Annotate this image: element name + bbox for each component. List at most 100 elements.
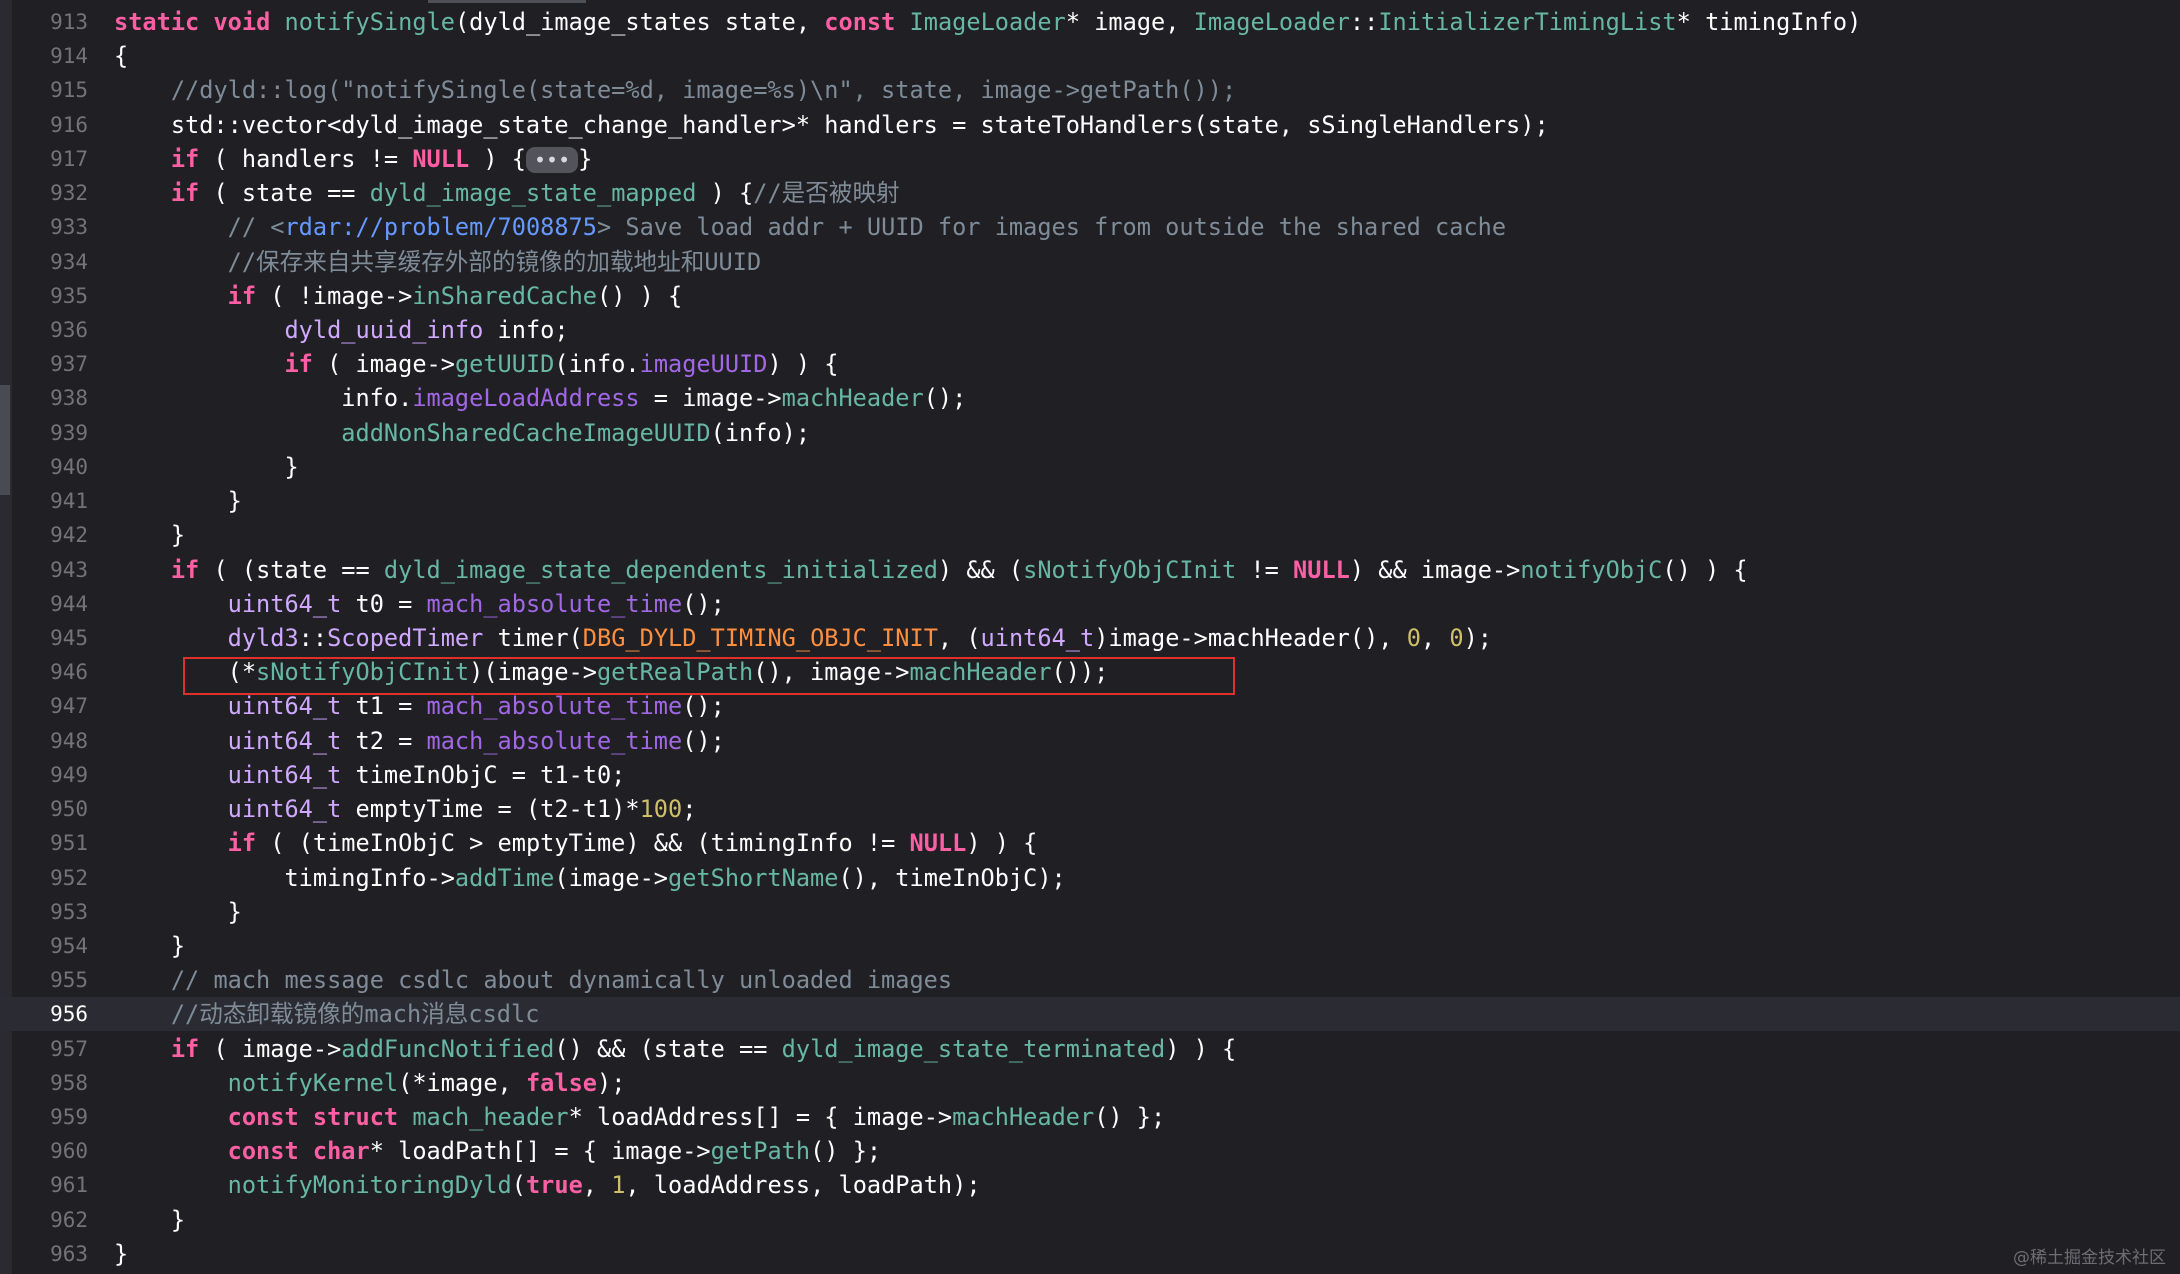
code-token: ImageLoader [1193, 8, 1350, 36]
code-token: () }; [810, 1137, 882, 1166]
code-token: * loadAddress[] = { image-> [568, 1103, 953, 1132]
code-token: (image-> [554, 863, 668, 892]
code-token: 0 [1406, 623, 1421, 652]
code-text: dyld3::ScopedTimer timer(DBG_DYLD_TIMING… [114, 621, 1492, 655]
code-token: static [114, 8, 200, 36]
code-token: NULL [909, 829, 967, 858]
code-line[interactable]: 958 notifyKernel(*image, false); [0, 1066, 2180, 1100]
code-line[interactable]: 932 if ( state == dyld_image_state_mappe… [0, 176, 2180, 210]
code-token: (info); [710, 418, 811, 447]
line-number: 915 [50, 78, 88, 103]
code-line[interactable]: 963} [0, 1237, 2180, 1271]
code-text: uint64_t t0 = mach_absolute_time(); [114, 587, 725, 621]
code-token: struct [312, 1103, 399, 1132]
code-token: dyld_image_state_mapped [369, 179, 697, 208]
code-token: // < [227, 213, 285, 242]
code-token: (*image, [398, 1068, 526, 1097]
code-line[interactable]: 940 } [0, 450, 2180, 484]
code-editor[interactable]: 913 static void notifySingle(dyld_image_s… [0, 0, 2180, 1274]
line-number: 916 [50, 112, 88, 137]
code-text: std::vector<dyld_image_state_change_hand… [114, 108, 1549, 142]
code-line[interactable]: 950 uint64_t emptyTime = (t2-t1)*100; [0, 792, 2180, 826]
code-line[interactable]: 934 //保存来自共享缓存外部的镜像的加载地址和UUID [0, 245, 2180, 279]
code-token: , [1420, 623, 1450, 652]
code-token: uint64_t [227, 795, 342, 824]
line-number: 946 [50, 660, 88, 685]
code-token: NULL [1293, 555, 1350, 584]
code-token: std::vector<dyld_image_state_change_hand… [114, 110, 1549, 139]
code-token: notifySingle [284, 8, 455, 36]
code-line[interactable]: 915 //dyld::log("notifySingle(state=%d, … [0, 73, 2180, 107]
code-line[interactable]: 954 } [0, 929, 2180, 963]
code-token: dyld3 [227, 623, 299, 652]
code-line[interactable]: 916 std::vector<dyld_image_state_change_… [0, 108, 2180, 142]
code-line[interactable]: 949 uint64_t timeInObjC = t1-t0; [0, 758, 2180, 792]
line-number: 957 [50, 1036, 88, 1061]
code-token: t0 = [341, 589, 427, 618]
code-token: > Save load addr + UUID for images from … [596, 213, 1507, 242]
code-token: } [114, 1205, 186, 1234]
line-number: 952 [50, 865, 88, 890]
code-line[interactable]: 943 if ( (state == dyld_image_state_depe… [0, 553, 2180, 587]
code-line[interactable]: 933 // <rdar://problem/7008875> Save loa… [0, 210, 2180, 244]
code-token: } [114, 521, 186, 550]
code-line[interactable]: 962 } [0, 1203, 2180, 1237]
code-line[interactable]: 961 notifyMonitoringDyld(true, 1, loadAd… [0, 1168, 2180, 1202]
code-line[interactable]: 948 uint64_t t2 = mach_absolute_time(); [0, 724, 2180, 758]
code-line[interactable]: 938 info.imageLoadAddress = image->machH… [0, 381, 2180, 415]
code-line[interactable]: 953 } [0, 895, 2180, 929]
code-line[interactable]: 956 //动态卸载镜像的mach消息csdlc [0, 997, 2180, 1032]
code-token: if [227, 281, 257, 310]
code-token: 1 [611, 1171, 626, 1200]
code-line[interactable]: 959 const struct mach_header* loadAddres… [0, 1100, 2180, 1134]
code-line[interactable]: 935 if ( !image->inSharedCache() ) { [0, 279, 2180, 313]
code-token: timingInfo-> [114, 863, 455, 892]
code-token: ImageLoader [909, 8, 1066, 36]
code-line[interactable]: 960 const char* loadPath[] = { image->ge… [0, 1134, 2180, 1168]
code-text: notifyKernel(*image, false); [114, 1066, 626, 1100]
code-text: //动态卸载镜像的mach消息csdlc [114, 997, 540, 1031]
code-token: notifyKernel [227, 1068, 399, 1097]
code-token: if [284, 350, 313, 379]
code-token: addNonSharedCacheImageUUID [341, 418, 711, 447]
code-line[interactable]: 957 if ( image->addFuncNotified() && (st… [0, 1032, 2180, 1066]
code-token: (), timeInObjC); [838, 863, 1066, 892]
code-token: false [525, 1068, 597, 1097]
code-token: ( image-> [312, 350, 455, 379]
code-line[interactable]: 917 if ( handlers != NULL ) {•••} [0, 142, 2180, 176]
code-line[interactable]: 955 // mach message csdlc about dynamica… [0, 963, 2180, 997]
line-number: 951 [50, 831, 88, 856]
code-token: t2 = [341, 726, 427, 755]
code-token: ( (timeInObjC > emptyTime) && (timingInf… [256, 829, 910, 858]
code-token: } [114, 452, 299, 481]
code-line[interactable]: 936 dyld_uuid_info info; [0, 313, 2180, 347]
code-token: t1 = [341, 692, 427, 721]
code-token: char [312, 1137, 370, 1166]
code-token: :: [298, 623, 328, 652]
code-line[interactable]: 945 dyld3::ScopedTimer timer(DBG_DYLD_TI… [0, 621, 2180, 655]
code-text: if ( state == dyld_image_state_mapped ) … [114, 176, 900, 210]
code-line[interactable]: 952 timingInfo->addTime(image->getShortN… [0, 861, 2180, 895]
line-number: 934 [50, 249, 88, 274]
code-line[interactable]: 939 addNonSharedCacheImageUUID(info); [0, 416, 2180, 450]
folded-code-indicator[interactable]: ••• [525, 147, 579, 174]
code-line[interactable]: 941 } [0, 484, 2180, 518]
code-token: //动态卸载镜像的mach消息csdlc [170, 1000, 540, 1029]
line-number: 941 [50, 489, 88, 514]
code-line[interactable]: 914 { [0, 39, 2180, 73]
code-line[interactable]: 951 if ( (timeInObjC > emptyTime) && (ti… [0, 826, 2180, 860]
code-line[interactable]: 942 } [0, 518, 2180, 552]
line-number: 940 [50, 454, 88, 479]
tab-indicator [428, 0, 586, 3]
code-line[interactable]: 944 uint64_t t0 = mach_absolute_time(); [0, 587, 2180, 621]
code-token: //dyld::log("notifySingle(state=%d, imag… [170, 76, 1237, 105]
code-text: // <rdar://problem/7008875> Save load ad… [114, 210, 1506, 244]
code-line[interactable]: 913 static void notifySingle(dyld_image_s… [0, 5, 2180, 39]
code-line[interactable]: 937 if ( image->getUUID(info.imageUUID) … [0, 347, 2180, 381]
